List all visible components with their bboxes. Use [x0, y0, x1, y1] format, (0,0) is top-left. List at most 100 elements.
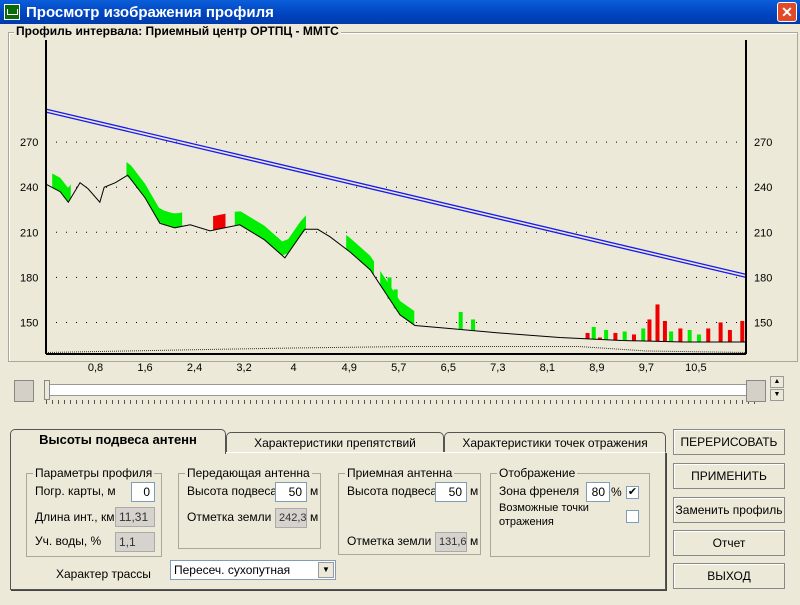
tx-ground-field: 242,3	[275, 508, 307, 528]
route-type-value: Пересеч. сухопутная	[174, 563, 291, 577]
obstacle-bar	[622, 331, 627, 341]
tab-panel: Параметры профиля Погр. карты, м 0 Длина…	[10, 452, 666, 590]
x-tick-label: 4	[291, 362, 297, 374]
reflection-points-checkbox[interactable]	[626, 510, 639, 523]
reflect-label: Возможные точки	[499, 502, 589, 514]
y-tick-label: 150	[20, 317, 38, 329]
rx-ground-label: Отметка земли	[347, 534, 432, 548]
obstacle-bar	[706, 328, 711, 342]
slider-left-button[interactable]	[14, 380, 34, 402]
rx-ground-field: 131,6	[435, 532, 467, 552]
line-of-sight-upper	[45, 108, 747, 276]
obstacle-bar	[740, 320, 745, 342]
x-tick-label: 8,1	[540, 362, 555, 374]
tx-antenna-group: Передающая антенна Высота подвеса 50 м О…	[178, 466, 321, 549]
fresnel-label: Зона френеля	[499, 484, 580, 498]
y-tick-label: 210	[20, 227, 38, 239]
percent-label: %	[611, 485, 622, 499]
spin-up-icon[interactable]: ▲	[770, 376, 784, 388]
slider-right-button[interactable]	[746, 380, 766, 402]
fresnel-obstacle-green	[52, 173, 71, 202]
map-error-input[interactable]: 0	[131, 482, 155, 502]
obstacle-bar	[458, 311, 463, 330]
slider-track[interactable]	[46, 384, 758, 396]
length-label: Длина инт., км	[35, 510, 115, 524]
group-legend: Передающая антенна	[185, 466, 312, 480]
obstacle-bar	[696, 334, 701, 342]
unit-label: м	[470, 484, 479, 498]
obstacle-bar	[687, 329, 692, 342]
apply-button[interactable]: ПРИМЕНИТЬ	[673, 463, 785, 489]
rx-antenna-group: Приемная антенна Высота подвеса 50 м Отм…	[338, 466, 481, 555]
x-tick-label: 6,5	[441, 362, 456, 374]
group-legend: Отображение	[497, 466, 578, 480]
unit-label: м	[310, 484, 319, 498]
fresnel-obstacle-green	[234, 211, 306, 256]
x-tick-label: 5,7	[391, 362, 406, 374]
obstacle-bar	[718, 322, 723, 342]
x-tick-label: 7,3	[490, 362, 505, 374]
x-tick-label: 8,9	[589, 362, 604, 374]
route-type-select[interactable]: Пересеч. сухопутная ▼	[170, 560, 336, 580]
obstacle-bar	[585, 332, 590, 339]
redraw-button[interactable]: ПЕРЕРИСОВАТЬ	[673, 429, 785, 455]
obstacle-bar	[662, 320, 667, 342]
profile-slider[interactable]: ▲ ▼	[14, 376, 784, 410]
obstacle-bar	[613, 332, 618, 341]
y-tick-label-right: 240	[754, 182, 772, 194]
replace-profile-button[interactable]: Заменить профиль	[673, 497, 785, 523]
obstacle-bar	[387, 277, 392, 299]
length-field: 11,31	[115, 507, 155, 527]
rx-height-label: Высота подвеса	[347, 484, 438, 498]
tx-height-label: Высота подвеса	[187, 484, 278, 498]
group-legend: Приемная антенна	[345, 466, 455, 480]
display-group: Отображение Зона френеля 80 % ✔ Возможны…	[490, 466, 650, 557]
tab-obstacles[interactable]: Характеристики препятствий	[226, 432, 444, 453]
report-button[interactable]: Отчет	[673, 530, 785, 556]
water-label: Уч. воды, %	[35, 534, 102, 548]
map-error-label: Погр. карты, м	[35, 484, 116, 498]
y-tick-label-right: 180	[754, 272, 772, 284]
tx-ground-label: Отметка земли	[187, 510, 272, 524]
y-tick-label-right: 270	[754, 137, 772, 149]
tx-height-input[interactable]: 50	[275, 482, 307, 502]
y-tick-label: 240	[20, 182, 38, 194]
water-field: 1,1	[115, 532, 155, 552]
obstacle-bar	[471, 319, 476, 331]
slider-ticks	[46, 400, 758, 404]
spin-down-icon[interactable]: ▼	[770, 389, 784, 401]
obstacle-bar	[678, 328, 683, 342]
tab-antenna-heights[interactable]: Высоты подвеса антенн	[10, 429, 226, 454]
chevron-down-icon[interactable]: ▼	[318, 562, 334, 578]
obstacle-bar	[641, 328, 646, 342]
y-tick-label: 180	[20, 272, 38, 284]
obstacle-bar	[631, 334, 636, 341]
obstacle-bar	[647, 319, 652, 342]
obstacle-bar	[727, 329, 732, 342]
exit-button[interactable]: ВЫХОД	[673, 563, 785, 589]
obstacle-bar	[604, 329, 609, 340]
y-tick-label-right: 150	[754, 317, 772, 329]
group-legend: Параметры профиля	[33, 466, 155, 480]
x-tick-label: 1,6	[137, 362, 152, 374]
obstacle-bar	[591, 326, 596, 340]
x-tick-label: 2,4	[187, 362, 202, 374]
y-tick-label-right: 210	[754, 227, 772, 239]
obstacle-bar	[655, 304, 660, 342]
profile-params-group: Параметры профиля Погр. карты, м 0 Длина…	[26, 466, 162, 557]
x-tick-label: 3,2	[236, 362, 251, 374]
slider-thumb[interactable]	[44, 380, 50, 400]
tab-reflection-points[interactable]: Характеристики точек отражения	[444, 432, 666, 453]
fresnel-checkbox[interactable]: ✔	[626, 486, 639, 499]
profile-chart: 150 150 180 180 210 210 240 240 270 270 0,8 1,6 2,4 3…	[20, 40, 772, 374]
ground-base-line	[45, 345, 747, 353]
x-tick-label: 0,8	[88, 362, 103, 374]
x-tick-label: 10,5	[685, 362, 706, 374]
reflect-label-2: отражения	[499, 516, 554, 528]
obstacle-bar	[669, 331, 674, 342]
fresnel-input[interactable]: 80	[586, 482, 610, 502]
y-tick-label: 270	[20, 137, 38, 149]
rx-height-input[interactable]: 50	[435, 482, 467, 502]
unit-label: м	[310, 510, 319, 524]
x-tick-label: 9,7	[639, 362, 654, 374]
